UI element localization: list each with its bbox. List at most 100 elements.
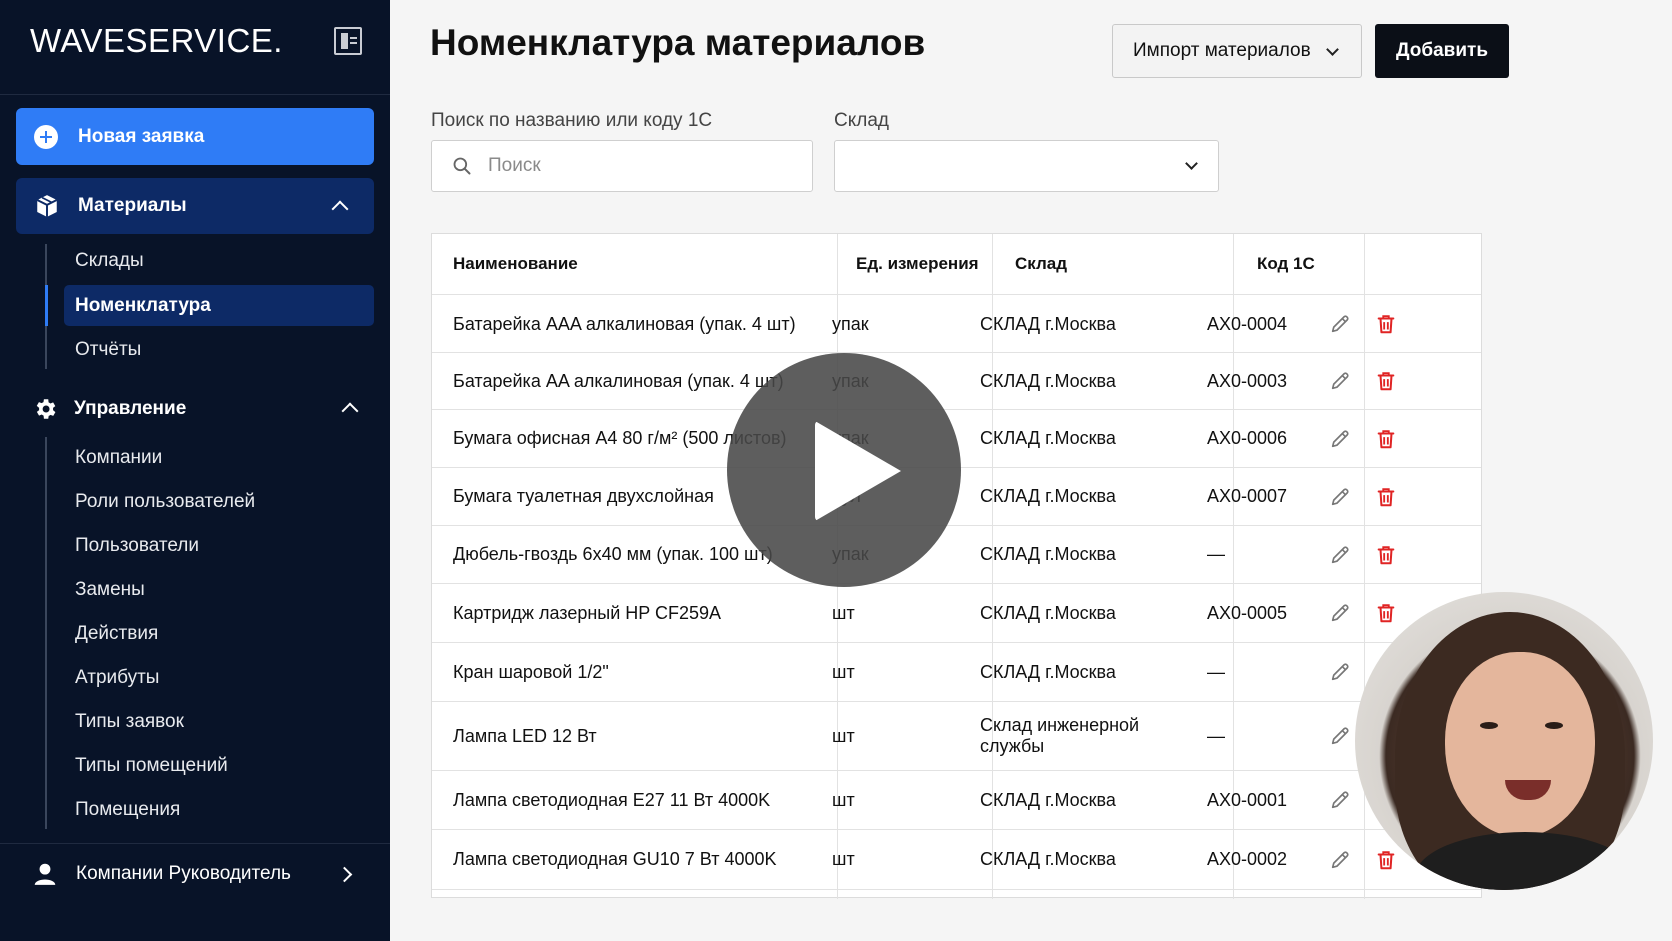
- trash-icon[interactable]: [1375, 313, 1397, 335]
- header-warehouse[interactable]: Склад: [1015, 234, 1067, 294]
- cell-warehouse: СКЛАД г.Москва: [980, 428, 1116, 448]
- new-request-label: Новая заявка: [78, 125, 205, 147]
- cell-code: —: [1207, 725, 1225, 746]
- pencil-icon[interactable]: [1329, 849, 1351, 871]
- chevron-up-icon: [331, 200, 349, 218]
- cell-code: АХ0-0002: [1207, 849, 1288, 869]
- new-request-button[interactable]: Новая заявка: [16, 108, 374, 165]
- user-menu[interactable]: Компании Руководитель: [0, 852, 390, 896]
- search-label: Поиск по названию или коду 1С: [431, 110, 713, 131]
- table-row: Лампа светодиодная GU10 7 Вт 4000K шт СКЛА…: [432, 830, 1481, 890]
- trash-icon[interactable]: [1375, 849, 1397, 871]
- header-unit[interactable]: Ед. измерения: [856, 234, 979, 294]
- sidebar-item-management[interactable]: Управление: [0, 389, 390, 429]
- cell-name: Батарейка AAA алкалиновая (упак. 4 шт): [453, 313, 796, 334]
- cell-warehouse: СКЛАД г.Москва: [980, 486, 1116, 506]
- add-button[interactable]: Добавить: [1375, 24, 1509, 78]
- chevron-right-icon: [336, 866, 353, 883]
- table-row: Дюбель-гвоздь 6x40 мм (упак. 100 шт)упак…: [432, 526, 1481, 584]
- search-field[interactable]: [431, 140, 813, 192]
- pencil-icon[interactable]: [1329, 602, 1351, 624]
- cell-name: Батарейка AA алкалиновая (упак. 4 шт): [453, 370, 784, 391]
- trash-icon[interactable]: [1375, 602, 1397, 624]
- cell-warehouse: СКЛАД г.Москва: [980, 313, 1116, 334]
- cell-warehouse: СКЛАД г.Москва: [980, 661, 1116, 682]
- chevron-up-icon: [341, 402, 359, 420]
- logo[interactable]: WAVESERVICE.: [30, 22, 283, 60]
- sidebar-item-users[interactable]: Пользователи: [75, 535, 199, 557]
- webcam-face: [1445, 652, 1595, 837]
- play-icon[interactable]: [727, 353, 961, 587]
- sidebar-item-reports[interactable]: Отчёты: [75, 339, 141, 361]
- import-label: Импорт материалов: [1133, 40, 1311, 61]
- sidebar-item-nomenclature[interactable]: Номенклатура: [75, 295, 211, 317]
- chevron-down-icon: [1326, 43, 1339, 56]
- header-code[interactable]: Код 1С: [1257, 234, 1315, 294]
- pencil-icon[interactable]: [1329, 370, 1351, 392]
- cell-code: АХ0-0003: [1207, 370, 1288, 391]
- cell-code: АХ0-0001: [1207, 789, 1288, 810]
- search-input[interactable]: [488, 155, 788, 177]
- trash-icon[interactable]: [1375, 486, 1397, 508]
- plus-circle-icon: [34, 124, 58, 149]
- trash-icon[interactable]: [1375, 428, 1397, 450]
- pencil-icon[interactable]: [1329, 313, 1351, 335]
- pencil-icon[interactable]: [1329, 486, 1351, 508]
- sidebar-item-actions[interactable]: Действия: [75, 623, 158, 645]
- cell-code: АХ0-0007: [1207, 486, 1288, 506]
- table-row: Кран шаровой 1/2" шт СКЛАД г.Москва —: [432, 643, 1481, 702]
- import-materials-dropdown[interactable]: Импорт материалов: [1112, 24, 1362, 78]
- cell-code: АХ0-0005: [1207, 602, 1288, 623]
- sidebar-item-room-types[interactable]: Типы помещений: [75, 755, 228, 777]
- pencil-icon[interactable]: [1329, 725, 1351, 747]
- cell-name: Лампа LED 12 Вт: [453, 725, 597, 746]
- webcam-overlay: [1355, 592, 1653, 890]
- warehouse-select[interactable]: [834, 140, 1219, 192]
- cell-name: Бумага туалетная двухслойная: [453, 486, 714, 506]
- materials-table: Наименование Ед. измерения Склад Код 1С …: [431, 233, 1482, 899]
- cell-warehouse: СКЛАД г.Москва: [980, 849, 1116, 869]
- sidebar-item-companies[interactable]: Компании: [75, 447, 162, 469]
- sidebar-item-request-types[interactable]: Типы заявок: [75, 711, 184, 733]
- sidebar-item-attributes[interactable]: Атрибуты: [75, 667, 159, 689]
- sidebar: WAVESERVICE. Новая заявка Материалы Скла…: [0, 0, 390, 941]
- chevron-down-icon: [1185, 157, 1198, 170]
- trash-icon[interactable]: [1375, 370, 1397, 392]
- sidebar-collapse-icon[interactable]: [334, 27, 362, 55]
- sidebar-item-replacements[interactable]: Замены: [75, 579, 145, 601]
- cell-warehouse: СКЛАД г.Москва: [980, 370, 1116, 391]
- pencil-icon[interactable]: [1329, 789, 1351, 811]
- pencil-icon[interactable]: [1329, 661, 1351, 683]
- warehouse-label: Склад: [834, 110, 889, 131]
- cell-name: Кран шаровой 1/2": [453, 661, 609, 682]
- header-name[interactable]: Наименование: [453, 234, 578, 294]
- tree-line: [45, 437, 47, 829]
- pencil-icon[interactable]: [1329, 428, 1351, 450]
- table-row: Лампа светодиодная E27 11 Вт 4000K шт СКЛА…: [432, 771, 1481, 830]
- sidebar-item-user-roles[interactable]: Роли пользователей: [75, 491, 255, 513]
- pencil-icon[interactable]: [1329, 544, 1351, 566]
- cell-warehouse: СКЛАД г.Москва: [980, 602, 1116, 623]
- management-label: Управление: [74, 398, 187, 419]
- cell-unit: шт: [832, 602, 855, 623]
- table-header: Наименование Ед. измерения Склад Код 1С: [432, 234, 1481, 295]
- trash-icon[interactable]: [1375, 544, 1397, 566]
- table-row: Батарейка AAA алкалиновая (упак. 4 шт) уп…: [432, 296, 1481, 353]
- webcam-eye: [1480, 722, 1498, 729]
- divider: [0, 94, 390, 95]
- cell-unit: шт: [832, 661, 855, 682]
- box-icon: [34, 193, 60, 219]
- cell-unit: шт: [832, 789, 855, 810]
- user-name: Компании Руководитель: [76, 863, 291, 884]
- table-row: Лампа LED 12 Вт шт Склад инженерной службы…: [432, 702, 1481, 771]
- sidebar-item-materials[interactable]: Материалы: [16, 178, 374, 234]
- cell-unit: упак: [832, 313, 869, 334]
- sidebar-item-warehouses[interactable]: Склады: [75, 250, 144, 272]
- user-icon: [34, 863, 56, 885]
- divider: [0, 843, 390, 844]
- page-title: Номенклатура материалов: [430, 22, 926, 63]
- cell-warehouse: СКЛАД г.Москва: [980, 789, 1116, 810]
- sidebar-item-rooms[interactable]: Помещения: [75, 799, 180, 821]
- materials-label: Материалы: [78, 195, 187, 216]
- active-indicator: [45, 285, 48, 326]
